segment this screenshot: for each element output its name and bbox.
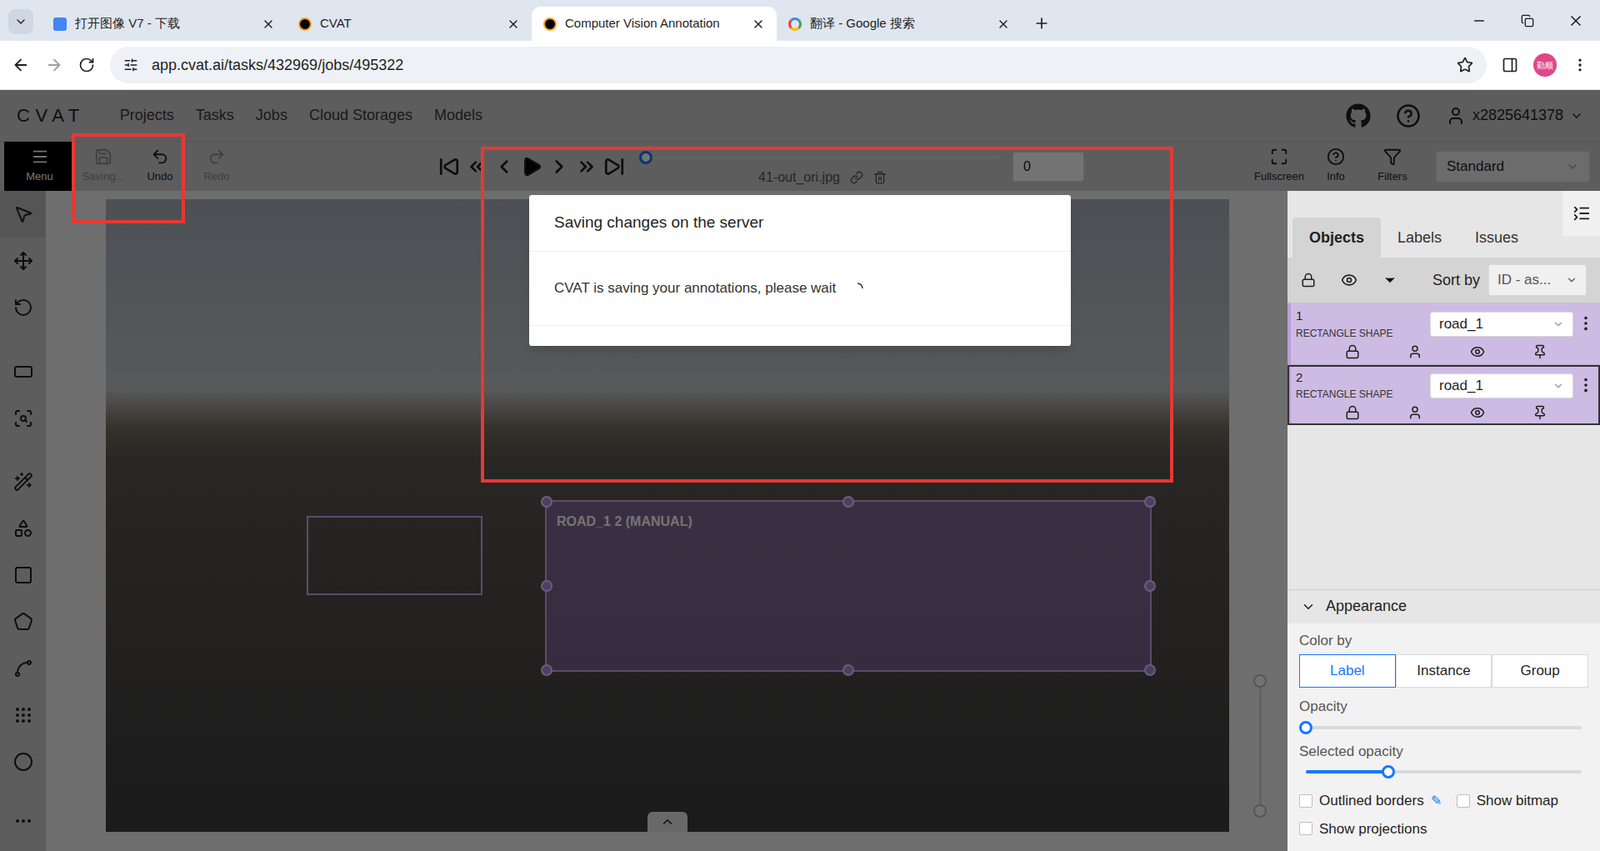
lock-icon[interactable] bbox=[1345, 344, 1360, 360]
sidebar-tab[interactable]: Labels bbox=[1380, 217, 1459, 258]
cvat-favicon-icon bbox=[543, 17, 557, 31]
appearance-checkbox[interactable]: Show bitmap bbox=[1456, 790, 1559, 812]
sort-select[interactable]: ID - as... bbox=[1488, 264, 1587, 296]
close-tab-icon[interactable] bbox=[506, 17, 520, 31]
restore-icon bbox=[1520, 14, 1535, 28]
close-tab-icon[interactable] bbox=[751, 17, 765, 31]
pick-color-icon[interactable]: ✎ bbox=[1430, 790, 1442, 811]
address-bar-row: app.cvat.ai/tasks/432969/jobs/495322 勤顺 bbox=[0, 40, 1600, 90]
chevron-down-icon bbox=[1552, 380, 1565, 392]
browser-tab[interactable]: 翻译 - Google 搜索 bbox=[776, 6, 1022, 41]
collapse-icon bbox=[1572, 204, 1591, 223]
show-all-icon[interactable] bbox=[1340, 271, 1358, 289]
collapse-sidebar-button[interactable] bbox=[1562, 190, 1600, 236]
browser-tab-strip: 打开图像 V7 - 下载CVATComputer Vision Annotati… bbox=[0, 0, 1600, 41]
site-settings-icon[interactable] bbox=[123, 57, 139, 73]
bookmark-star-icon[interactable] bbox=[1456, 56, 1474, 74]
lock-icon[interactable] bbox=[1345, 405, 1360, 420]
chrome-menu-icon[interactable] bbox=[1571, 56, 1589, 74]
highlight-box bbox=[71, 133, 185, 224]
chevron-down-icon bbox=[1300, 599, 1316, 615]
object-menu-icon[interactable] bbox=[1576, 314, 1595, 333]
sidebar-tabs: ObjectsLabelsIssues bbox=[1287, 190, 1563, 258]
objects-header: Sort byID - as... bbox=[1287, 257, 1600, 304]
url-field[interactable]: app.cvat.ai/tasks/432969/jobs/495322 bbox=[110, 46, 1487, 84]
app-root: 打开图像 V7 - 下载CVATComputer Vision Annotati… bbox=[0, 0, 1600, 851]
objects-sidebar: ObjectsLabelsIssuesSort byID - as...1REC… bbox=[1287, 190, 1600, 851]
pin-icon[interactable] bbox=[1532, 405, 1548, 420]
color-by-option[interactable]: Instance bbox=[1395, 654, 1493, 688]
new-tab-button[interactable] bbox=[1026, 8, 1057, 39]
minimize-button[interactable] bbox=[1455, 0, 1504, 41]
appearance-checkbox[interactable]: Outlined borders✎ bbox=[1299, 790, 1442, 812]
chevron-down-icon bbox=[1552, 318, 1565, 330]
forward-icon[interactable] bbox=[45, 55, 64, 75]
visibility-icon[interactable] bbox=[1470, 344, 1485, 360]
color-by-option[interactable]: Group bbox=[1491, 654, 1589, 688]
close-icon bbox=[1567, 12, 1585, 30]
profile-badge[interactable]: 勤顺 bbox=[1533, 53, 1557, 77]
modal-message: CVAT is saving your annotations, please … bbox=[554, 277, 836, 300]
color-by-group: LabelInstanceGroup bbox=[1299, 654, 1589, 688]
highlight-box bbox=[480, 146, 1174, 483]
side-panel-icon[interactable] bbox=[1501, 56, 1519, 74]
chevron-down-icon bbox=[14, 15, 28, 29]
modal-title: Saving changes on the server bbox=[554, 210, 764, 235]
close-tab-icon[interactable] bbox=[996, 17, 1010, 31]
minimize-icon bbox=[1471, 13, 1487, 29]
spinner-icon bbox=[850, 281, 865, 295]
object-menu-icon[interactable] bbox=[1576, 375, 1595, 395]
chevron-down-icon bbox=[1565, 274, 1578, 286]
reload-icon[interactable] bbox=[78, 56, 95, 74]
browser-tab[interactable]: Computer Vision Annotation bbox=[531, 6, 777, 41]
browser-tab[interactable]: 打开图像 V7 - 下载 bbox=[41, 6, 287, 41]
pin-icon[interactable] bbox=[1532, 344, 1548, 360]
visibility-icon[interactable] bbox=[1470, 405, 1485, 420]
browser-tab[interactable]: CVAT bbox=[286, 6, 532, 41]
occluded-icon[interactable] bbox=[1407, 344, 1423, 360]
appearance-checkbox[interactable]: Show projections bbox=[1299, 818, 1427, 840]
cvat-favicon-icon bbox=[298, 17, 312, 31]
plus-icon bbox=[1033, 15, 1050, 32]
occluded-icon[interactable] bbox=[1407, 405, 1423, 420]
docs-favicon-icon bbox=[53, 17, 67, 31]
google-favicon-icon bbox=[788, 17, 802, 31]
appearance-panel: AppearanceColor byLabelInstanceGroupOpac… bbox=[1287, 589, 1600, 851]
close-tab-icon[interactable] bbox=[261, 17, 275, 31]
restore-button[interactable] bbox=[1503, 0, 1552, 41]
object-label-select[interactable]: road_1 bbox=[1430, 311, 1574, 337]
sidebar-tab[interactable]: Objects bbox=[1292, 217, 1381, 258]
lock-all-icon[interactable] bbox=[1300, 272, 1316, 288]
back-icon[interactable] bbox=[11, 55, 30, 75]
close-window-button[interactable] bbox=[1551, 0, 1600, 41]
selected-opacity-slider[interactable] bbox=[1299, 765, 1589, 779]
color-by-option[interactable]: Label bbox=[1299, 654, 1396, 688]
sidebar-tab[interactable]: Issues bbox=[1458, 217, 1535, 258]
object-item[interactable]: 2RECTANGLE SHAPEroad_1 bbox=[1287, 365, 1600, 426]
expand-all-icon[interactable] bbox=[1382, 272, 1398, 288]
saving-modal: Saving changes on the server CVAT is savi… bbox=[529, 195, 1071, 346]
appearance-header[interactable]: Appearance bbox=[1287, 590, 1600, 624]
opacity-slider[interactable] bbox=[1299, 720, 1589, 735]
object-item[interactable]: 1RECTANGLE SHAPEroad_1 bbox=[1287, 303, 1600, 365]
object-label-select[interactable]: road_1 bbox=[1430, 373, 1574, 399]
tab-search-button[interactable] bbox=[8, 9, 34, 35]
